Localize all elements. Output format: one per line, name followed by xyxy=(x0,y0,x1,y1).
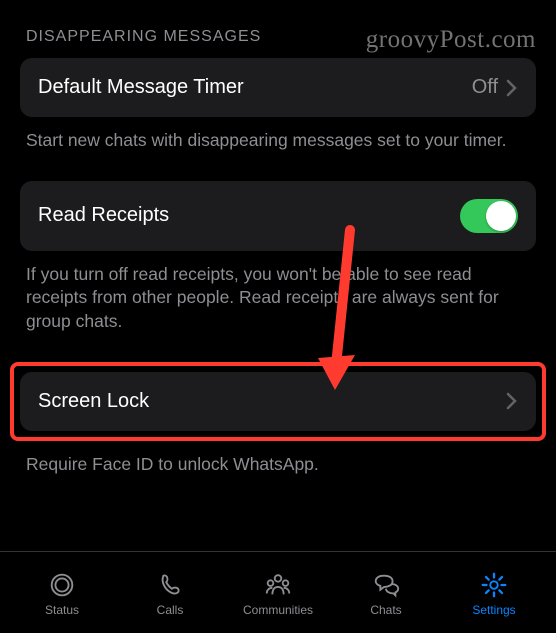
read-receipts-label: Read Receipts xyxy=(38,204,169,227)
screen-lock-label: Screen Lock xyxy=(38,390,149,413)
chevron-right-icon xyxy=(506,392,518,410)
chevron-right-icon xyxy=(506,79,518,97)
tab-status[interactable]: Status xyxy=(8,570,116,617)
watermark: groovyPost.com xyxy=(366,26,536,54)
default-timer-label: Default Message Timer xyxy=(38,76,244,99)
tab-status-label: Status xyxy=(45,603,79,617)
communities-icon xyxy=(262,570,294,600)
tab-chats[interactable]: Chats xyxy=(332,570,440,617)
gear-icon xyxy=(478,570,510,600)
read-receipts-row: Read Receipts xyxy=(20,181,536,251)
screen-lock-row[interactable]: Screen Lock xyxy=(20,372,536,431)
tab-communities-label: Communities xyxy=(243,603,313,617)
tab-settings[interactable]: Settings xyxy=(440,570,548,617)
read-receipts-toggle[interactable] xyxy=(460,199,518,233)
tab-calls-label: Calls xyxy=(157,603,184,617)
chats-icon xyxy=(370,570,402,600)
status-icon xyxy=(46,570,78,600)
tab-communities[interactable]: Communities xyxy=(224,570,332,617)
phone-icon xyxy=(154,570,186,600)
default-timer-footer: Start new chats with disappearing messag… xyxy=(20,117,536,153)
read-receipts-footer: If you turn off read receipts, you won't… xyxy=(20,251,536,334)
default-timer-value: Off xyxy=(472,76,498,99)
highlight-annotation: Screen Lock xyxy=(10,362,546,441)
default-timer-row[interactable]: Default Message Timer Off xyxy=(20,58,536,117)
screen-lock-footer: Require Face ID to unlock WhatsApp. xyxy=(20,441,536,477)
tab-settings-label: Settings xyxy=(472,603,515,617)
tab-bar: Status Calls Communities Chats Settings xyxy=(0,551,556,633)
tab-calls[interactable]: Calls xyxy=(116,570,224,617)
tab-chats-label: Chats xyxy=(370,603,401,617)
